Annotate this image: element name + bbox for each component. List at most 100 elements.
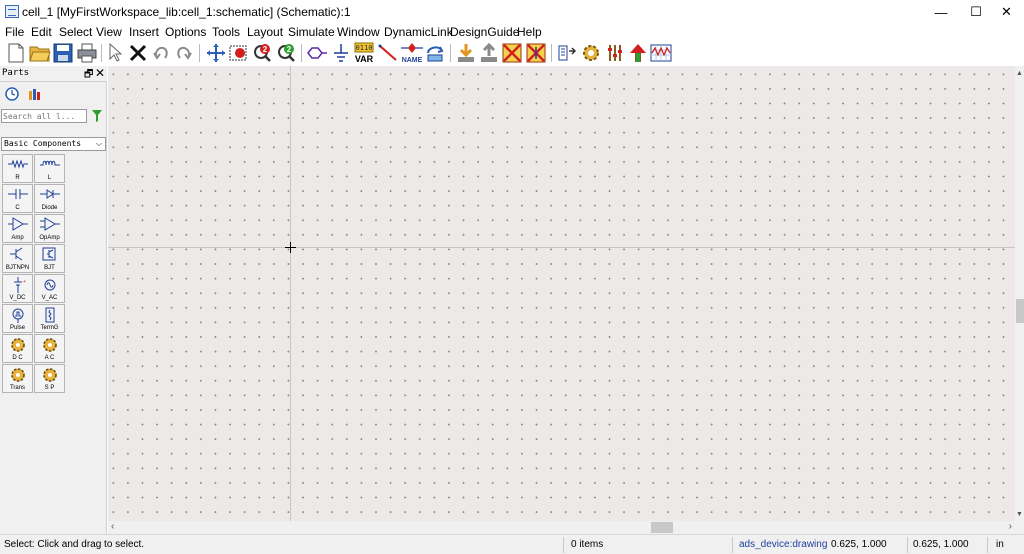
insert-ground-icon[interactable] — [330, 42, 352, 64]
toolbar-separator — [199, 44, 200, 62]
status-units[interactable]: in — [996, 539, 1004, 550]
menu-file[interactable]: File — [5, 25, 24, 39]
part-bjt[interactable]: BJT — [34, 244, 65, 273]
push-down-icon[interactable] — [455, 42, 477, 64]
chevron-down-icon: ⌵ — [95, 139, 102, 148]
pop-up-icon[interactable] — [478, 42, 500, 64]
part-pulse[interactable]: Pulse — [2, 304, 33, 333]
menu-simulate[interactable]: Simulate — [288, 25, 335, 39]
scroll-left-icon[interactable]: ‹ — [111, 521, 114, 532]
svg-text:+: + — [23, 279, 26, 285]
simulate-gear-icon[interactable] — [580, 42, 602, 64]
part-capacitor[interactable]: C — [2, 184, 33, 213]
menu-designguide[interactable]: DesignGuide — [450, 25, 519, 39]
zoom-in-icon[interactable]: 2 — [251, 42, 273, 64]
app-icon — [5, 5, 19, 18]
redo-icon[interactable] — [173, 42, 195, 64]
part-label: R — [15, 175, 20, 181]
part-diode[interactable]: Diode — [34, 184, 65, 213]
library-select[interactable]: Basic Components ⌵ — [1, 137, 106, 151]
horizontal-scroll-thumb[interactable] — [651, 522, 673, 533]
origin-horizontal-axis — [108, 247, 1015, 248]
crosshair-cursor-icon — [285, 242, 296, 253]
part-ac-sim[interactable]: A C — [34, 334, 65, 363]
window-title: cell_1 [MyFirstWorkspace_lib:cell_1:sche… — [22, 5, 351, 19]
save-icon[interactable] — [52, 42, 74, 64]
scroll-right-icon[interactable]: › — [1009, 521, 1012, 532]
bjt-npn-icon — [10, 247, 23, 261]
schematic-canvas[interactable] — [108, 66, 1015, 521]
menu-options[interactable]: Options — [165, 25, 206, 39]
open-folder-icon[interactable] — [29, 42, 51, 64]
parts-panel: Parts 🗗 ✕ Basic Components ⌵ R L C — [0, 66, 107, 534]
deactivate-icon[interactable] — [501, 42, 523, 64]
data-display-icon[interactable] — [650, 42, 672, 64]
menu-layout[interactable]: Layout — [247, 25, 283, 39]
part-sp-sim[interactable]: S P — [34, 364, 65, 393]
part-termg[interactable]: TermG — [34, 304, 65, 333]
part-inductor[interactable]: L — [34, 154, 65, 183]
push-into-hierarchy-icon[interactable] — [424, 42, 446, 64]
status-current-layer[interactable]: ads_device:drawing — [739, 539, 827, 550]
menu-tools[interactable]: Tools — [212, 25, 240, 39]
svg-text:2: 2 — [263, 45, 268, 54]
insert-wire-icon[interactable] — [377, 42, 399, 64]
menu-help[interactable]: Help — [517, 25, 542, 39]
netlist-icon[interactable] — [556, 42, 578, 64]
filter-icon[interactable] — [91, 109, 103, 126]
zoom-area-icon[interactable] — [228, 42, 250, 64]
new-file-icon[interactable] — [5, 42, 27, 64]
insert-port-icon[interactable] — [306, 42, 328, 64]
insert-var-icon[interactable]: 0110 VAR — [352, 42, 376, 64]
float-panel-icon[interactable]: 🗗 — [84, 67, 93, 84]
vertical-scrollbar[interactable]: ▲ ▼ — [1015, 66, 1024, 521]
simulation-gear-icon — [43, 368, 57, 382]
part-label: V_AC — [41, 295, 58, 301]
delete-icon[interactable] — [127, 42, 149, 64]
diode-icon — [40, 189, 60, 199]
deactivate-short-icon[interactable] — [525, 42, 547, 64]
undo-icon[interactable] — [150, 42, 172, 64]
part-vac[interactable]: V_AC — [34, 274, 65, 303]
close-button[interactable]: ✕ — [989, 0, 1024, 24]
menu-select[interactable]: Select — [59, 25, 92, 39]
scroll-down-icon[interactable]: ▼ — [1016, 511, 1023, 518]
ac-source-icon — [44, 279, 56, 291]
vertical-scroll-thumb[interactable] — [1016, 299, 1024, 323]
toolbar: 2 2 0110 VAR NAME — [0, 40, 1024, 66]
part-opamp[interactable]: OpAmp — [34, 214, 65, 243]
part-vdc[interactable]: + V_DC — [2, 274, 33, 303]
menu-dynamiclink[interactable]: DynamicLink — [384, 25, 453, 39]
library-browser-icon[interactable] — [28, 87, 42, 104]
termination-icon — [45, 307, 55, 323]
menu-window[interactable]: Window — [337, 25, 380, 39]
part-label: D C — [12, 355, 23, 361]
part-resistor[interactable]: R — [2, 154, 33, 183]
parts-search-input[interactable] — [1, 109, 87, 123]
amplifier-icon — [8, 217, 28, 231]
insert-wire-label-icon[interactable]: NAME — [400, 42, 424, 64]
move-icon[interactable] — [205, 42, 227, 64]
inductor-icon — [40, 160, 60, 166]
history-clock-icon[interactable] — [5, 87, 19, 104]
menu-bar: File Edit Select View Insert Options Too… — [0, 24, 1024, 40]
tuning-icon[interactable] — [604, 42, 626, 64]
optimize-icon[interactable] — [627, 42, 649, 64]
part-label: BJT — [44, 265, 55, 271]
simulation-gear-icon — [11, 338, 25, 352]
menu-edit[interactable]: Edit — [31, 25, 52, 39]
menu-insert[interactable]: Insert — [129, 25, 159, 39]
part-trans-sim[interactable]: Trans — [2, 364, 33, 393]
print-icon[interactable] — [76, 42, 98, 64]
status-bar: Select: Click and drag to select. 0 item… — [0, 534, 1024, 554]
part-dc-sim[interactable]: D C — [2, 334, 33, 363]
status-separator — [563, 537, 564, 553]
menu-view[interactable]: View — [96, 25, 122, 39]
close-panel-icon[interactable]: ✕ — [95, 66, 105, 80]
zoom-out-icon[interactable]: 2 — [275, 42, 297, 64]
scroll-up-icon[interactable]: ▲ — [1016, 70, 1023, 77]
part-amp[interactable]: Amp — [2, 214, 33, 243]
part-bjtnpn[interactable]: BJTNPN — [2, 244, 33, 273]
horizontal-scrollbar[interactable]: ‹ › — [108, 521, 1015, 534]
select-arrow-icon[interactable] — [104, 42, 126, 64]
